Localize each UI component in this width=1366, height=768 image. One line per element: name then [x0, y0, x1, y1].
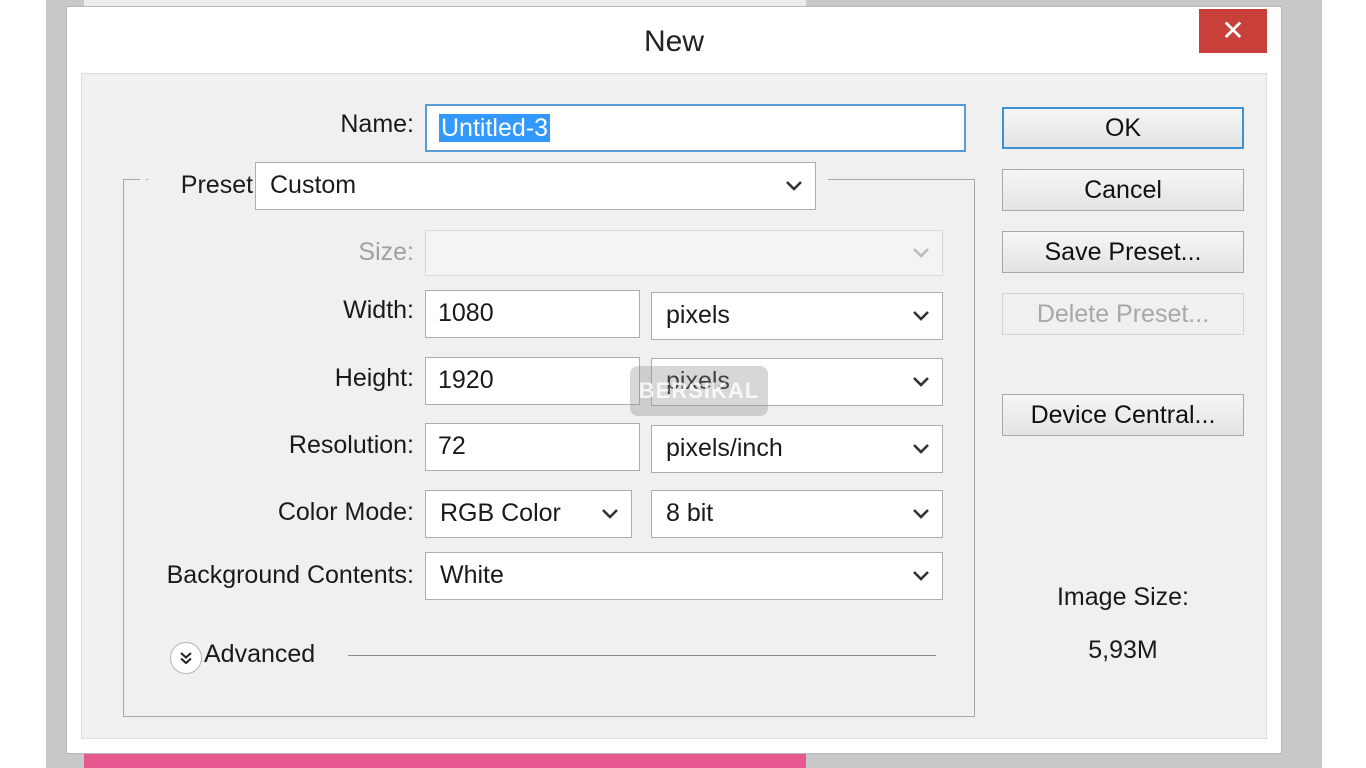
dialog-body: Name: Untitled-3 Preset: Custom Size: Wi… [81, 73, 1267, 739]
size-label: Size: [358, 238, 414, 266]
background-contents-select[interactable]: White [425, 552, 943, 600]
resolution-unit-select[interactable]: pixels/inch [651, 425, 943, 473]
chevron-down-icon [783, 163, 805, 209]
close-icon: ✕ [1221, 15, 1245, 46]
cancel-button[interactable]: Cancel [1002, 169, 1244, 211]
advanced-divider [348, 655, 936, 656]
background-contents-label: Background Contents: [166, 561, 414, 589]
close-button[interactable]: ✕ [1199, 9, 1267, 53]
preset-select[interactable]: Custom [255, 162, 816, 210]
delete-preset-button: Delete Preset... [1002, 293, 1244, 335]
width-input[interactable]: 1080 [425, 290, 640, 338]
color-mode-value: RGB Color [440, 499, 561, 527]
height-input-value: 1920 [438, 366, 494, 394]
chevron-down-icon [910, 231, 932, 275]
background-contents-value: White [440, 561, 504, 589]
width-unit-select[interactable]: pixels [651, 292, 943, 340]
width-input-value: 1080 [438, 299, 494, 327]
resolution-label: Resolution: [288, 431, 414, 459]
image-size-label: Image Size: [1056, 583, 1189, 611]
resolution-input[interactable]: 72 [425, 423, 640, 471]
resolution-input-value: 72 [438, 432, 466, 460]
advanced-label: Advanced [204, 640, 316, 668]
advanced-toggle-button[interactable] [170, 642, 202, 674]
height-input[interactable]: 1920 [425, 357, 640, 405]
chevron-down-icon [910, 491, 932, 537]
device-central-button[interactable]: Device Central... [1002, 394, 1244, 436]
name-input-value: Untitled-3 [439, 114, 550, 142]
bit-depth-value: 8 bit [666, 499, 714, 527]
image-size-value: 5,93M [1088, 636, 1158, 664]
watermark: BERSIKAL [630, 366, 768, 416]
name-label: Name: [340, 110, 414, 138]
chevron-down-icon [910, 553, 932, 599]
size-select [425, 230, 943, 276]
bit-depth-select[interactable]: 8 bit [651, 490, 943, 538]
dialog-title: New [643, 25, 704, 58]
height-label: Height: [334, 364, 414, 392]
width-label: Width: [343, 296, 414, 324]
width-unit-value: pixels [666, 301, 730, 329]
groupbox-gap [140, 172, 146, 186]
chevron-down-icon [910, 293, 932, 339]
preset-label: Preset: [180, 171, 260, 199]
chevron-down-icon [910, 359, 932, 405]
chevron-down-icon [599, 491, 621, 537]
color-mode-label: Color Mode: [277, 498, 414, 526]
color-mode-select[interactable]: RGB Color [425, 490, 632, 538]
new-document-dialog: New ✕ Name: Untitled-3 Preset: Custom Si… [66, 6, 1282, 754]
save-preset-button[interactable]: Save Preset... [1002, 231, 1244, 273]
ok-button[interactable]: OK [1002, 107, 1244, 149]
double-chevron-down-icon [180, 652, 192, 665]
preset-select-value: Custom [270, 171, 357, 199]
dialog-titlebar[interactable]: New ✕ [67, 7, 1281, 73]
name-input[interactable]: Untitled-3 [425, 104, 966, 152]
resolution-unit-value: pixels/inch [666, 434, 783, 462]
chevron-down-icon [910, 426, 932, 472]
